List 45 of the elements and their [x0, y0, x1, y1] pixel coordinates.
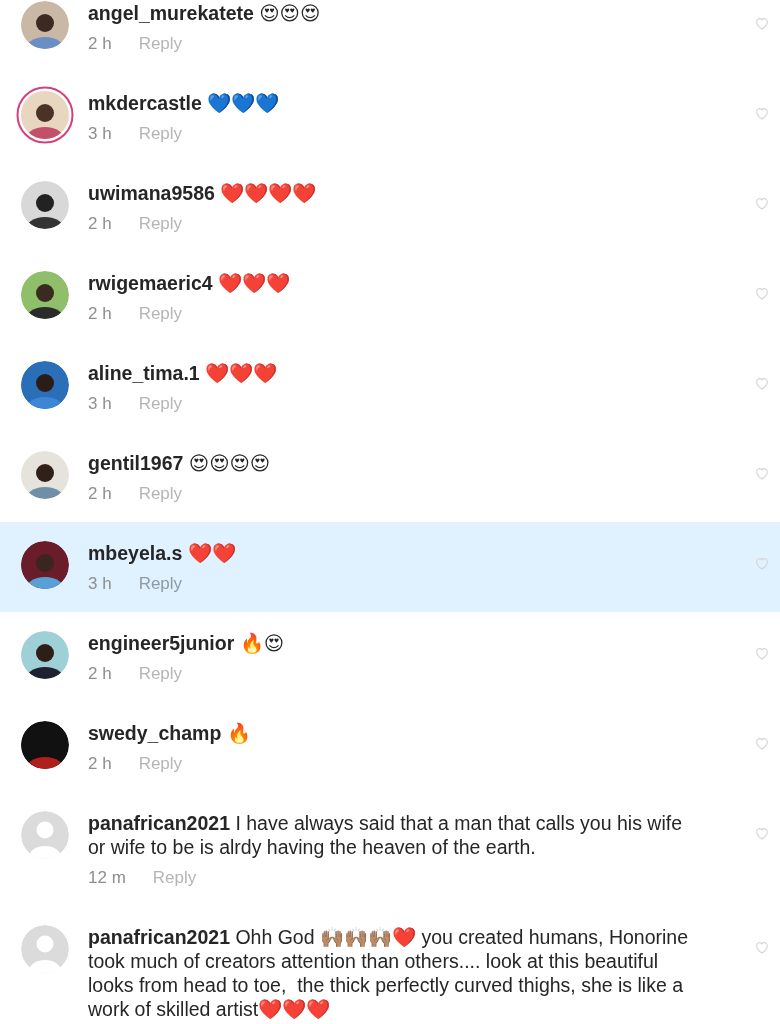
timestamp: 3 h — [88, 124, 112, 144]
username-link[interactable]: angel_murekatete — [88, 2, 254, 24]
timestamp: 2 h — [88, 754, 112, 774]
comment-text: swedy_champ 🔥 — [88, 721, 252, 745]
like-heart-icon[interactable] — [754, 375, 770, 391]
timestamp: 2 h — [88, 664, 112, 684]
timestamp: 3 h — [88, 574, 112, 594]
comment-text: uwimana9586 ❤❤❤❤ — [88, 181, 318, 205]
like-heart-icon[interactable] — [754, 285, 770, 301]
username-link[interactable]: uwimana9586 — [88, 182, 215, 204]
comment-text: aline_tima.1 ❤❤❤ — [88, 361, 279, 385]
like-heart-icon[interactable] — [754, 825, 770, 841]
comment-text: gentil1967 😍😍😍😍 — [88, 451, 272, 475]
username-link[interactable]: panafrican2021 — [88, 812, 230, 834]
timestamp: 2 h — [88, 484, 112, 504]
like-heart-icon[interactable] — [754, 645, 770, 661]
comment-text: panafrican2021 Ohh God 🙌🏽🙌🏽🙌🏽❤ you created humans, Honorine took much of creators attention than others.... look at this beautiful looks from head to toe, the thick perfectly curved thighs, she is like a work of skilled artist❤❤❤ — [88, 925, 690, 1021]
username-link[interactable]: engineer5junior — [88, 632, 235, 654]
username-link[interactable]: gentil1967 — [88, 452, 184, 474]
like-heart-icon[interactable] — [754, 465, 770, 481]
default-avatar-icon[interactable] — [21, 925, 69, 973]
comment-text: engineer5junior 🔥😍 — [88, 631, 286, 655]
timestamp: 2 h — [88, 214, 112, 234]
default-avatar-icon[interactable] — [21, 811, 69, 859]
comment-text: mkdercastle 💙💙💙 — [88, 91, 281, 115]
like-heart-icon[interactable] — [754, 939, 770, 955]
comment-text: rwigemaeric4 ❤❤❤ — [88, 271, 292, 295]
timestamp: 2 h — [88, 34, 112, 54]
comment-text: panafrican2021 I have always said that a man that calls you his wife or wife to be is alrdy having the heaven of the earth. — [88, 811, 683, 859]
like-heart-icon[interactable] — [754, 105, 770, 121]
username-link[interactable]: rwigemaeric4 — [88, 272, 213, 294]
like-heart-icon[interactable] — [754, 735, 770, 751]
like-heart-icon[interactable] — [754, 15, 770, 31]
username-link[interactable]: aline_tima.1 — [88, 362, 200, 384]
timestamp: 3 h — [88, 394, 112, 414]
username-link[interactable]: panafrican2021 — [88, 926, 230, 948]
username-link[interactable]: swedy_champ — [88, 722, 222, 744]
like-heart-icon[interactable] — [754, 555, 770, 571]
username-link[interactable]: mbeyela.s — [88, 542, 183, 564]
comment-text: angel_murekatete 😍😍😍 — [88, 1, 322, 25]
comment-text: mbeyela.s ❤❤ — [88, 541, 237, 565]
like-heart-icon[interactable] — [754, 195, 770, 211]
timestamp: 12 m — [88, 868, 126, 888]
timestamp: 2 h — [88, 304, 112, 324]
username-link[interactable]: mkdercastle — [88, 92, 202, 114]
